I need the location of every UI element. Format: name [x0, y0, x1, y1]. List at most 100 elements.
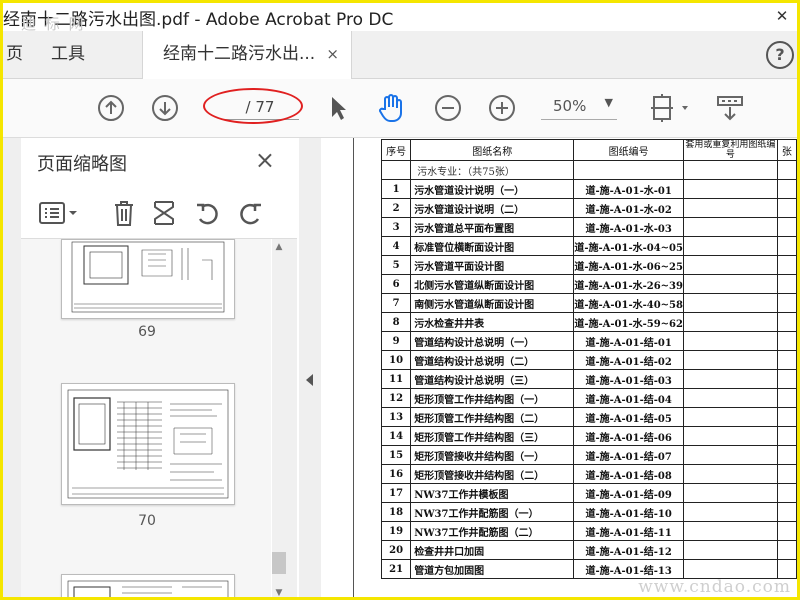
table-row: 17 NW37工作井模板图 道-施-A-01-结-09: [380, 483, 797, 503]
drawing-name: 南侧污水管道纵断面设计图: [410, 293, 575, 313]
row-number: 6: [380, 274, 412, 294]
arrow-down-circle-icon: [152, 95, 178, 121]
drawing-name: 北侧污水管道纵断面设计图: [410, 274, 575, 294]
drawing-code: 道-施-A-01-结-08: [573, 464, 684, 484]
drawing-name: 管道结构设计总说明（一）: [410, 331, 575, 351]
scroll-mode-button[interactable]: [715, 93, 745, 123]
tab-home[interactable]: 页: [6, 31, 23, 78]
drawing-name: 矩形顶管工作井结构图（三）: [410, 426, 575, 446]
select-tool-button[interactable]: [323, 93, 353, 123]
table-row: 21 管道方包加固图 道-施-A-01-结-13: [380, 559, 797, 579]
row-number: 14: [380, 426, 412, 446]
tab-tools[interactable]: 工具: [51, 31, 85, 78]
thumbnail-list: 69 70: [21, 239, 271, 597]
table-row: 10 管道结构设计总说明（二） 道-施-A-01-结-02: [380, 350, 797, 370]
chevron-down-icon: ▼: [604, 96, 613, 109]
drawing-name: 污水检查井井表: [410, 312, 575, 332]
prev-page-button[interactable]: [96, 93, 126, 123]
tab-document[interactable]: 经南十二路污水出... ×: [142, 31, 352, 79]
drawing-code: 道-施-A-01-水-06~25: [573, 255, 684, 275]
rotate-left-button[interactable]: [193, 198, 223, 228]
fit-page-button[interactable]: [647, 93, 691, 123]
empty-cell: [776, 274, 797, 294]
drawing-code: 道-施-A-01-结-01: [573, 331, 684, 351]
next-page-button[interactable]: [150, 93, 180, 123]
empty-cell: [776, 483, 797, 503]
options-button[interactable]: [37, 198, 83, 228]
panel-close-icon[interactable]: ×: [255, 146, 275, 174]
table-row: 2 污水管道设计说明（二） 道-施-A-01-水-02: [380, 198, 797, 218]
scroll-up-icon[interactable]: ▲: [272, 242, 286, 252]
hand-tool-button[interactable]: [376, 93, 406, 123]
drawing-code: 道-施-A-01-结-09: [573, 483, 684, 503]
row-number: 3: [380, 217, 412, 237]
drawing-code: 道-施-A-01-水-02: [573, 198, 684, 218]
thumbnail-drawing: [67, 389, 229, 499]
panel-toolbar: [21, 188, 297, 239]
thumbnails-panel: 页面缩略图 × 69 70 ▲ ▼: [21, 138, 300, 597]
table-row: 14 矩形顶管工作井结构图（三） 道-施-A-01-结-06: [380, 426, 797, 446]
empty-cell: [682, 236, 778, 256]
thumbnail-label: 70: [138, 513, 156, 529]
page-thumbnail[interactable]: [61, 383, 235, 505]
undo-icon: [197, 203, 218, 225]
page-thumbnail[interactable]: [61, 239, 235, 319]
row-number: 12: [380, 388, 412, 408]
empty-cell: [682, 559, 778, 579]
row-number: 2: [380, 198, 412, 218]
drawing-code: 道-施-A-01-结-12: [573, 540, 684, 560]
drawing-name: NW37工作井配筋图（一）: [410, 502, 575, 522]
thumbnail-scrollbar[interactable]: [272, 239, 297, 597]
app-window: 经南十二路污水出图.pdf - Adobe Acrobat Pro DC 迪 标…: [0, 0, 800, 600]
toolbar: / 77 50% ▼: [3, 79, 797, 138]
empty-cell: [776, 521, 797, 541]
empty-cell: [682, 464, 778, 484]
row-number: 13: [380, 407, 412, 427]
options-icon: [39, 202, 77, 224]
empty-cell: [682, 483, 778, 503]
empty-cell: [776, 236, 797, 256]
tab-document-label: 经南十二路污水出...: [163, 44, 316, 64]
column-header: 序号: [380, 139, 412, 161]
empty-cell: [682, 331, 778, 351]
empty-cell: [682, 407, 778, 427]
row-number: 10: [380, 350, 412, 370]
drawing-code: 道-施-A-01-水-26~39: [573, 274, 684, 294]
help-icon[interactable]: ?: [766, 41, 794, 69]
empty-cell: [776, 559, 797, 579]
scrollbar-thumb[interactable]: [272, 552, 286, 574]
row-number: 5: [380, 255, 412, 275]
crop-page-button[interactable]: [149, 198, 179, 228]
scroll-down-icon[interactable]: ▼: [272, 588, 286, 597]
thumbnail-label: 69: [138, 324, 156, 340]
zoom-value: 50%: [553, 97, 587, 115]
drawing-code: 道-施-A-01-结-06: [573, 426, 684, 446]
table-row: 20 检查井井口加固 道-施-A-01-结-12: [380, 540, 797, 560]
drawing-name: 检查井井口加固: [410, 540, 575, 560]
window-close-button[interactable]: ✕: [764, 3, 797, 31]
zoom-in-button[interactable]: [487, 93, 517, 123]
tab-bar: 页 工具 经南十二路污水出... × ?: [3, 31, 797, 79]
empty-cell: [776, 217, 797, 237]
page-thumbnail[interactable]: [61, 574, 235, 597]
row-number: 18: [380, 502, 412, 522]
cursor-icon: [332, 97, 346, 120]
tab-close-icon[interactable]: ×: [326, 31, 339, 78]
collapse-panel-handle[interactable]: [299, 138, 321, 597]
rotate-right-button[interactable]: [235, 198, 265, 228]
zoom-select[interactable]: 50% ▼: [541, 96, 617, 120]
zoom-out-button[interactable]: [433, 93, 463, 123]
row-number: 11: [380, 369, 412, 389]
empty-cell: [776, 293, 797, 313]
row-number: 20: [380, 540, 412, 560]
drawing-code: 道-施-A-01-水-59~62: [573, 312, 684, 332]
table-row: 8 污水检查井井表 道-施-A-01-水-59~62: [380, 312, 797, 332]
thumbnail-drawing: [71, 241, 225, 313]
empty-cell: [682, 388, 778, 408]
empty-cell: [776, 540, 797, 560]
table-row: 11 管道结构设计总说明（三） 道-施-A-01-结-03: [380, 369, 797, 389]
empty-cell: [682, 521, 778, 541]
empty-cell: [776, 331, 797, 351]
delete-page-button[interactable]: [109, 198, 139, 228]
drawing-code: 道-施-A-01-水-40~58: [573, 293, 684, 313]
